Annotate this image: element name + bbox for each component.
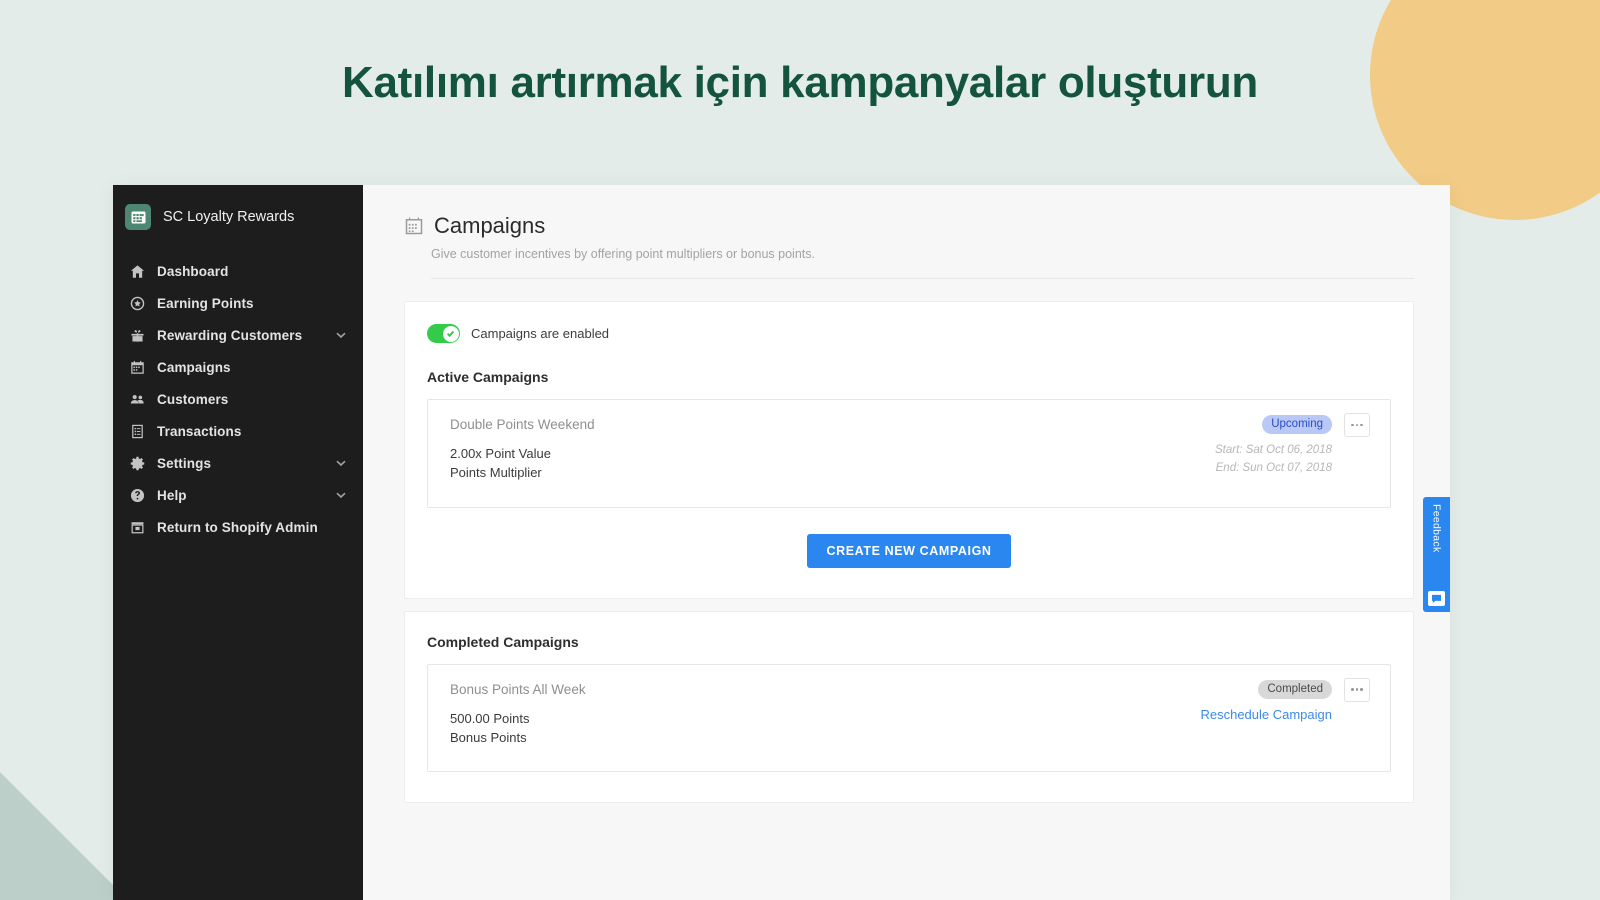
campaign-dates: Start: Sat Oct 06, 2018 End: Sun Oct 07,… <box>1215 442 1332 478</box>
sidebar-item-label: Transactions <box>157 423 242 439</box>
sidebar-item-earning-points[interactable]: Earning Points <box>113 287 363 319</box>
chevron-down-icon <box>335 489 347 501</box>
gear-icon <box>129 455 146 472</box>
status-badge: Completed <box>1258 679 1332 700</box>
people-icon <box>129 391 146 408</box>
calendar-icon <box>404 216 424 236</box>
star-circle-icon <box>129 295 146 312</box>
app-window: SC Loyalty Rewards Dashboard Earning Poi… <box>113 185 1450 900</box>
status-badge: Upcoming <box>1262 415 1332 435</box>
question-circle-icon <box>129 487 146 504</box>
feedback-label: Feedback <box>1430 504 1443 553</box>
brand-name: SC Loyalty Rewards <box>163 209 295 225</box>
sidebar-item-settings[interactable]: Settings <box>113 447 363 479</box>
campaign-start-date: Start: Sat Oct 06, 2018 <box>1215 444 1332 457</box>
decorative-triangle <box>0 772 128 900</box>
sidebar-item-rewarding-customers[interactable]: Rewarding Customers <box>113 319 363 351</box>
campaigns-enabled-label: Campaigns are enabled <box>471 326 610 341</box>
sidebar-item-label: Return to Shopify Admin <box>157 519 318 535</box>
campaign-more-actions-button[interactable] <box>1344 677 1370 702</box>
campaigns-enabled-toggle[interactable] <box>427 324 460 343</box>
sidebar-item-campaigns[interactable]: Campaigns <box>113 351 363 383</box>
list-document-icon <box>129 423 146 440</box>
campaign-row-completed: Bonus Points All Week 500.00 Points Bonu… <box>427 663 1391 773</box>
sidebar-item-dashboard[interactable]: Dashboard <box>113 255 363 287</box>
campaigns-enabled-row: Campaigns are enabled <box>427 324 1391 343</box>
sidebar-item-label: Settings <box>157 455 212 471</box>
sidebar-item-help[interactable]: Help <box>113 479 363 511</box>
create-new-campaign-button[interactable]: CREATE NEW CAMPAIGN <box>807 533 1011 568</box>
sidebar-item-label: Dashboard <box>157 263 229 279</box>
gift-icon <box>129 327 146 344</box>
sidebar-item-label: Customers <box>157 391 229 407</box>
ellipsis-icon-dot <box>1360 423 1363 427</box>
home-icon <box>129 263 146 280</box>
sidebar-item-label: Earning Points <box>157 295 254 311</box>
campaign-type: Bonus Points <box>450 729 527 745</box>
sidebar-item-customers[interactable]: Customers <box>113 383 363 415</box>
header-divider <box>431 278 1414 279</box>
ellipsis-icon-dot <box>1355 423 1359 427</box>
calendar-app-icon <box>125 204 151 230</box>
completed-campaigns-title: Completed Campaigns <box>427 633 579 650</box>
completed-campaigns-card: Completed Campaigns Bonus Points All Wee… <box>404 610 1414 804</box>
sidebar-item-return-to-shopify-admin[interactable]: Return to Shopify Admin <box>113 511 363 543</box>
ellipsis-icon-dot <box>1355 688 1359 691</box>
page-headline: Katılımı artırmak için kampanyalar oluşt… <box>342 58 1258 107</box>
sidebar-nav: Dashboard Earning Points Rewarding Custo… <box>113 255 363 543</box>
page-subtitle: Give customer incentives by offering poi… <box>431 247 815 261</box>
campaign-meta: Upcoming Start: Sat Oct 06, 2018 End: Su… <box>1215 413 1370 478</box>
sidebar-item-label: Campaigns <box>157 359 231 375</box>
active-campaigns-title: Active Campaigns <box>427 369 549 385</box>
ellipsis-icon-dot <box>1351 688 1354 691</box>
chevron-down-icon <box>335 457 347 469</box>
campaign-status-stack: Upcoming Start: Sat Oct 06, 2018 End: Su… <box>1215 414 1332 478</box>
toggle-knob <box>442 325 459 342</box>
main-content: Campaigns Give customer incentives by of… <box>363 185 1450 900</box>
page-title-row: Campaigns <box>404 213 1414 239</box>
campaign-status-stack: Completed Reschedule Campaign <box>1200 679 1332 722</box>
chat-bubble-icon <box>1428 591 1445 606</box>
sidebar-item-label: Rewarding Customers <box>157 327 303 343</box>
feedback-tab[interactable]: Feedback <box>1423 497 1450 612</box>
ellipsis-icon-dot <box>1360 688 1363 691</box>
campaign-row-active: Double Points Weekend 2.00x Point Value … <box>427 399 1391 508</box>
chevron-down-icon <box>335 329 347 341</box>
create-campaign-wrap: CREATE NEW CAMPAIGN <box>427 533 1391 568</box>
page-title: Campaigns <box>434 213 546 238</box>
sidebar: SC Loyalty Rewards Dashboard Earning Poi… <box>113 185 363 900</box>
campaign-meta: Completed Reschedule Campaign <box>1200 677 1370 722</box>
calendar-icon <box>129 359 146 376</box>
active-campaigns-card: Campaigns are enabled Active Campaigns D… <box>404 301 1414 599</box>
sidebar-item-transactions[interactable]: Transactions <box>113 415 363 447</box>
store-icon <box>129 519 146 536</box>
reschedule-campaign-link[interactable]: Reschedule Campaign <box>1200 707 1332 722</box>
sidebar-item-label: Help <box>157 487 187 503</box>
campaign-more-actions-button[interactable] <box>1344 413 1370 437</box>
brand: SC Loyalty Rewards <box>113 193 363 241</box>
ellipsis-icon-dot <box>1351 423 1354 427</box>
campaign-end-date: End: Sun Oct 07, 2018 <box>1215 462 1332 475</box>
page-header: Campaigns Give customer incentives by of… <box>363 185 1450 279</box>
